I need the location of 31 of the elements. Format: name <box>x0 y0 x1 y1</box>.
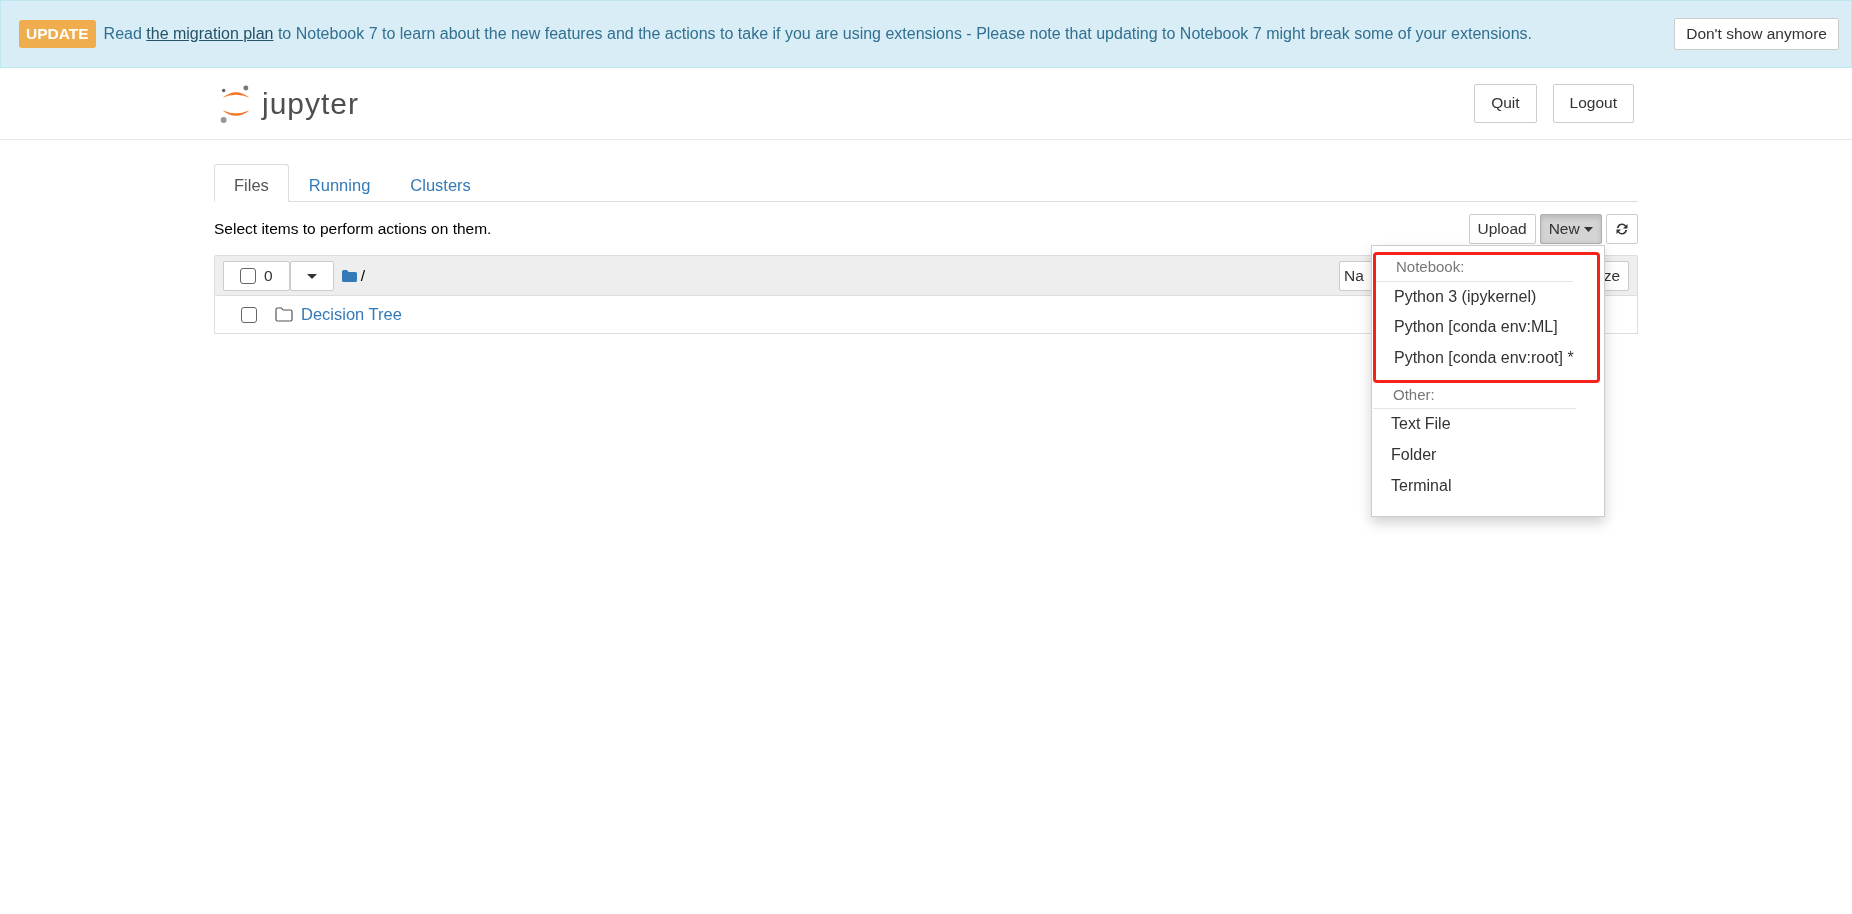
menu-item[interactable]: Python [conda env:ML] <box>1376 312 1593 344</box>
refresh-button[interactable] <box>1606 214 1638 245</box>
migration-plan-link[interactable]: the migration plan <box>146 25 274 42</box>
tab[interactable]: Running <box>288 164 391 202</box>
refresh-icon <box>1615 222 1629 236</box>
tab[interactable]: Clusters <box>390 164 491 202</box>
menu-item[interactable]: Text File <box>1373 409 1596 441</box>
menu-item[interactable]: Python [conda env:root] * <box>1376 343 1593 374</box>
caret-icon <box>306 273 317 279</box>
header-button[interactable]: Logout <box>1552 84 1634 123</box>
tab[interactable]: Files <box>214 164 289 202</box>
update-badge: UPDATE <box>19 20 96 48</box>
folder-link[interactable]: Decision Tree <box>301 302 402 327</box>
row-checkbox[interactable] <box>241 306 257 323</box>
dismiss-button[interactable]: Don't show anymore <box>1674 17 1839 51</box>
logo-text: jupyter <box>262 86 360 122</box>
path-breadcrumb[interactable]: / <box>360 264 365 288</box>
new-button[interactable]: New <box>1539 214 1602 245</box>
menu-item[interactable]: Terminal <box>1373 471 1596 502</box>
folder-icon <box>341 269 357 282</box>
caret-icon <box>1584 227 1593 233</box>
banner-message: Read the migration plan to Notebook 7 to learn about the new features and the actions to take if you are using extensions - Please note that updating to Notebook 7 might break some of your extensions. <box>103 24 1534 44</box>
selection-dropdown[interactable] <box>289 260 334 291</box>
menu-item[interactable]: Folder <box>1373 440 1596 471</box>
upload-button[interactable]: Upload <box>1468 214 1536 245</box>
select-all-control[interactable]: 0 <box>223 260 290 291</box>
menu-heading: Notebook: <box>1376 255 1573 282</box>
folder-icon <box>275 307 293 323</box>
header-button[interactable]: Quit <box>1474 84 1537 123</box>
hint-text: Select items to perform actions on them. <box>214 219 492 240</box>
menu-heading: Other: <box>1373 382 1576 410</box>
